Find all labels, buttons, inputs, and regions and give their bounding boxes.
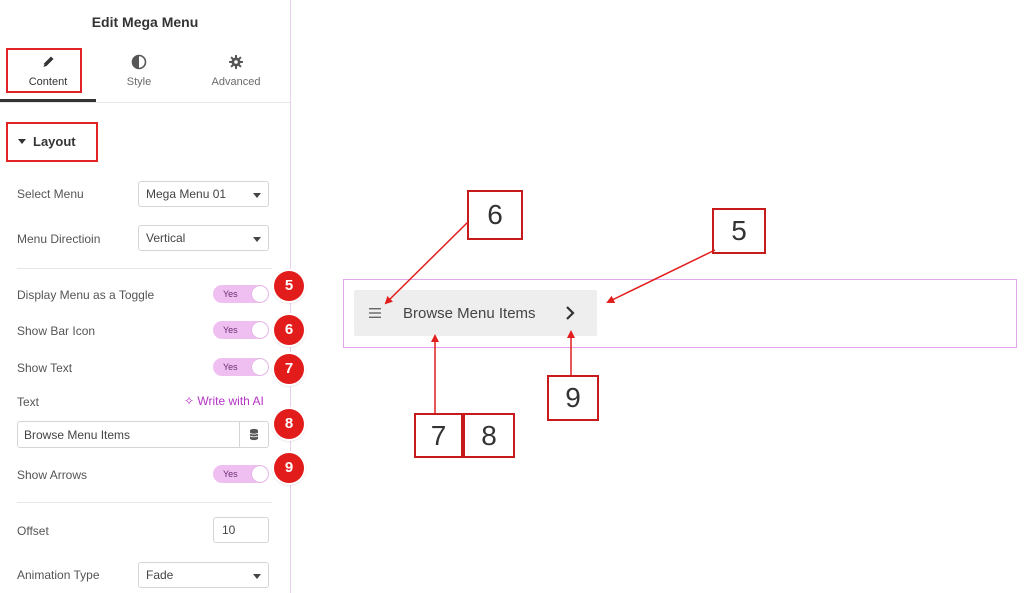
toggle-state: Yes [223,289,238,299]
badge-8: 8 [274,409,304,439]
text-input[interactable] [18,422,238,447]
menu-direction-value: Vertical [146,231,186,245]
toggle-knob [252,359,268,375]
dynamic-tags-button[interactable] [239,422,268,447]
toggle-knob [252,466,268,482]
menu-direction-dropdown[interactable]: Vertical [138,225,269,251]
panel-title: Edit Mega Menu [91,14,199,30]
callout-6: 6 [467,190,523,240]
toggle-state: Yes [223,362,238,372]
sparkle-icon: ✧ [184,394,198,408]
menu-toggle-text: Browse Menu Items [403,305,536,322]
chevron-right-icon [566,306,575,320]
callout-8: 8 [463,413,515,458]
callout-7: 7 [414,413,463,458]
show-text-label: Show Text [17,361,73,375]
toggle-state: Yes [223,325,238,335]
chevron-down-icon [253,574,261,579]
badge-5: 5 [274,271,304,301]
animation-type-value: Fade [146,568,174,582]
chevron-down-icon [253,237,261,242]
layout-section-header[interactable]: Layout [6,122,98,162]
badge-9: 9 [274,453,304,483]
content-tab-highlight [6,48,82,93]
select-menu-label: Select Menu [17,187,84,201]
ai-link-label: Write with AI [197,394,264,408]
toggle-knob [252,286,268,302]
text-field[interactable] [17,421,269,448]
menu-toggle-button[interactable]: Browse Menu Items [354,290,597,336]
text-label: Text [17,395,40,409]
display-toggle-label: Display Menu as a Toggle [17,288,155,302]
animation-type-dropdown[interactable]: Fade [138,562,269,588]
callout-5: 5 [712,208,766,254]
chevron-down-icon [253,193,261,198]
database-icon [249,428,259,441]
half-circle-icon [131,54,147,70]
show-text-switch[interactable]: Yes [213,358,269,376]
select-menu-dropdown[interactable]: Mega Menu 01 [138,181,269,207]
tab-advanced[interactable]: Advanced [188,46,284,102]
select-menu-value: Mega Menu 01 [146,187,227,201]
toggle-state: Yes [223,469,238,479]
divider [17,502,272,503]
animation-type-label: Animation Type [17,568,100,582]
callout-9: 9 [547,375,599,421]
show-arrows-switch[interactable]: Yes [213,465,269,483]
caret-down-icon [18,139,26,144]
badge-7: 7 [274,354,304,384]
show-bar-icon-switch[interactable]: Yes [213,321,269,339]
divider [17,268,272,269]
section-title: Layout [33,134,76,149]
offset-input[interactable]: 10 [213,517,269,543]
badge-6: 6 [274,315,304,345]
show-arrows-label: Show Arrows [17,468,88,482]
offset-label: Offset [17,524,49,538]
editor-panel: Edit Mega Menu Content Style Advanced La… [0,0,291,593]
tab-style[interactable]: Style [91,46,187,102]
menu-direction-label: Menu Directioin [17,232,101,246]
show-bar-icon-label: Show Bar Icon [17,324,96,338]
toggle-knob [252,322,268,338]
bars-icon [369,308,381,318]
tab-label: Advanced [211,76,261,88]
write-with-ai-link[interactable]: ✧ Write with AI [184,394,264,408]
display-toggle-switch[interactable]: Yes [213,285,269,303]
tab-label: Style [126,76,152,88]
gear-icon [229,55,243,69]
